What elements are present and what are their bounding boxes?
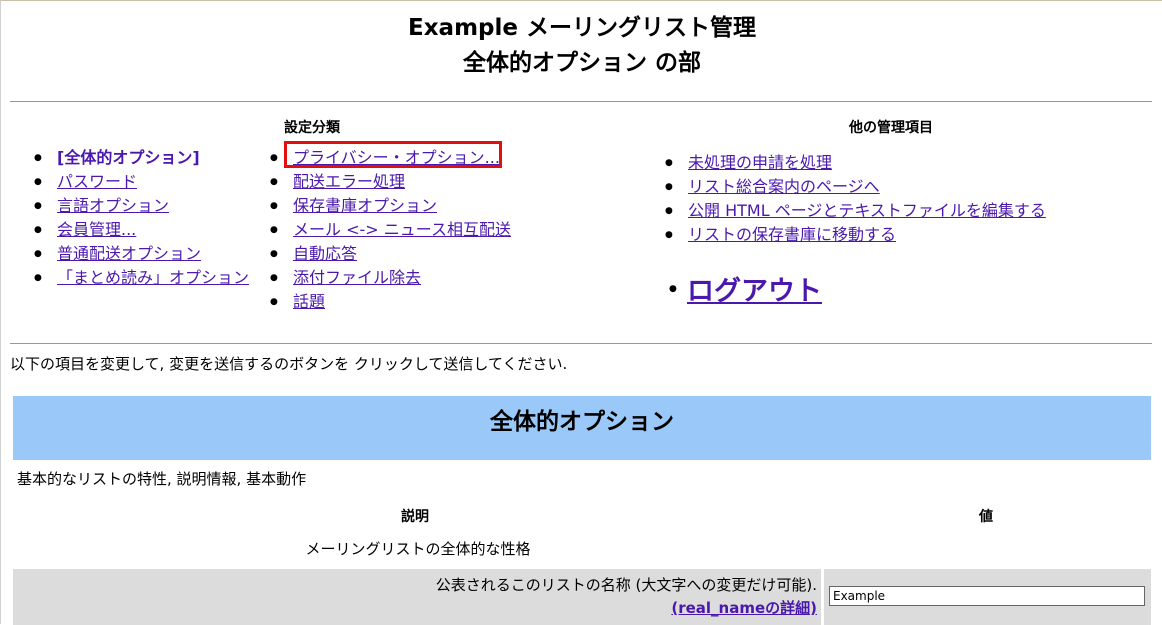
- category-link-autoreply[interactable]: 自動応答: [293, 244, 357, 263]
- column-header-description: 説明: [401, 509, 429, 525]
- category-link-topics[interactable]: 話題: [293, 292, 325, 311]
- category-item-topics[interactable]: 話題: [270, 290, 511, 314]
- page-subtitle: 全体的オプション の部: [462, 50, 701, 76]
- category-link-passwords[interactable]: パスワード: [57, 172, 137, 191]
- real-name-input[interactable]: Example: [829, 586, 1145, 606]
- category-item-general[interactable]: [全体的オプション]: [34, 146, 249, 170]
- category-link-nondigest[interactable]: 普通配送オプション: [57, 244, 201, 263]
- category-item-digest[interactable]: 「まとめ読み」オプション: [34, 266, 249, 290]
- category-current-label[interactable]: [全体的オプション]: [57, 148, 200, 167]
- category-link-language[interactable]: 言語オプション: [57, 196, 169, 215]
- other-admin-list: 未処理の申請を処理 リスト総合案内のページへ 公開 HTML ページとテキストフ…: [665, 151, 1046, 247]
- category-item-nondigest[interactable]: 普通配送オプション: [34, 242, 249, 266]
- category-item-bounce[interactable]: 配送エラー処理: [270, 170, 511, 194]
- highlight-box: [284, 141, 502, 168]
- logout-link[interactable]: ログアウト: [687, 276, 822, 307]
- subsection-heading: メーリングリストの全体的な性格: [305, 540, 531, 558]
- row-label-text: 公表されるこのリストの名称 (大文字への変更だけ可能).: [435, 576, 817, 594]
- admin-link-listinfo[interactable]: リスト総合案内のページへ: [688, 177, 880, 196]
- category-link-contentfilter[interactable]: 添付ファイル除去: [293, 268, 421, 287]
- divider-middle: [10, 343, 1152, 344]
- column-header-value: 値: [979, 509, 993, 525]
- section-description: 基本的なリストの特性, 説明情報, 基本動作: [17, 470, 307, 488]
- page-title: Example メーリングリスト管理: [408, 15, 756, 41]
- category-item-passwords[interactable]: パスワード: [34, 170, 249, 194]
- admin-link-pending[interactable]: 未処理の申請を処理: [688, 153, 832, 172]
- other-admin-heading: 他の管理項目: [849, 120, 933, 136]
- category-link-gateway[interactable]: メール <-> ニュース相互配送: [293, 220, 511, 239]
- logout-item[interactable]: ログアウト: [669, 269, 822, 308]
- category-item-gateway[interactable]: メール <-> ニュース相互配送: [270, 218, 511, 242]
- admin-item-archives[interactable]: リストの保存書庫に移動する: [665, 223, 1046, 247]
- row-detail-link[interactable]: (real_nameの詳細): [671, 599, 817, 617]
- divider-top: [10, 101, 1152, 102]
- category-list-2: プライバシー・オプション... 配送エラー処理 保存書庫オプション メール <-…: [270, 146, 511, 314]
- category-link-members[interactable]: 会員管理...: [57, 220, 136, 239]
- category-item-archive[interactable]: 保存書庫オプション: [270, 194, 511, 218]
- category-item-contentfilter[interactable]: 添付ファイル除去: [270, 266, 511, 290]
- admin-item-edithtml[interactable]: 公開 HTML ページとテキストファイルを編集する: [665, 199, 1046, 223]
- admin-link-edithtml[interactable]: 公開 HTML ページとテキストファイルを編集する: [688, 201, 1046, 220]
- admin-item-listinfo[interactable]: リスト総合案内のページへ: [665, 175, 1046, 199]
- admin-link-archives[interactable]: リストの保存書庫に移動する: [688, 225, 896, 244]
- category-link-bounce[interactable]: 配送エラー処理: [293, 172, 405, 191]
- category-link-digest[interactable]: 「まとめ読み」オプション: [57, 268, 249, 287]
- section-title: 全体的オプション: [490, 409, 674, 435]
- category-list-1: [全体的オプション] パスワード 言語オプション 会員管理... 普通配送オプシ…: [34, 146, 249, 290]
- category-item-autoreply[interactable]: 自動応答: [270, 242, 511, 266]
- row-label: 公表されるこのリストの名称 (大文字への変更だけ可能). (real_nameの…: [436, 574, 817, 620]
- section-banner: 全体的オプション: [13, 396, 1151, 460]
- category-item-members[interactable]: 会員管理...: [34, 218, 249, 242]
- categories-heading: 設定分類: [284, 120, 340, 136]
- admin-item-pending[interactable]: 未処理の申請を処理: [665, 151, 1046, 175]
- category-link-archive[interactable]: 保存書庫オプション: [293, 196, 437, 215]
- instructions-text: 以下の項目を変更して, 変更を送信するのボタンを クリックして送信してください.: [10, 355, 568, 373]
- category-item-language[interactable]: 言語オプション: [34, 194, 249, 218]
